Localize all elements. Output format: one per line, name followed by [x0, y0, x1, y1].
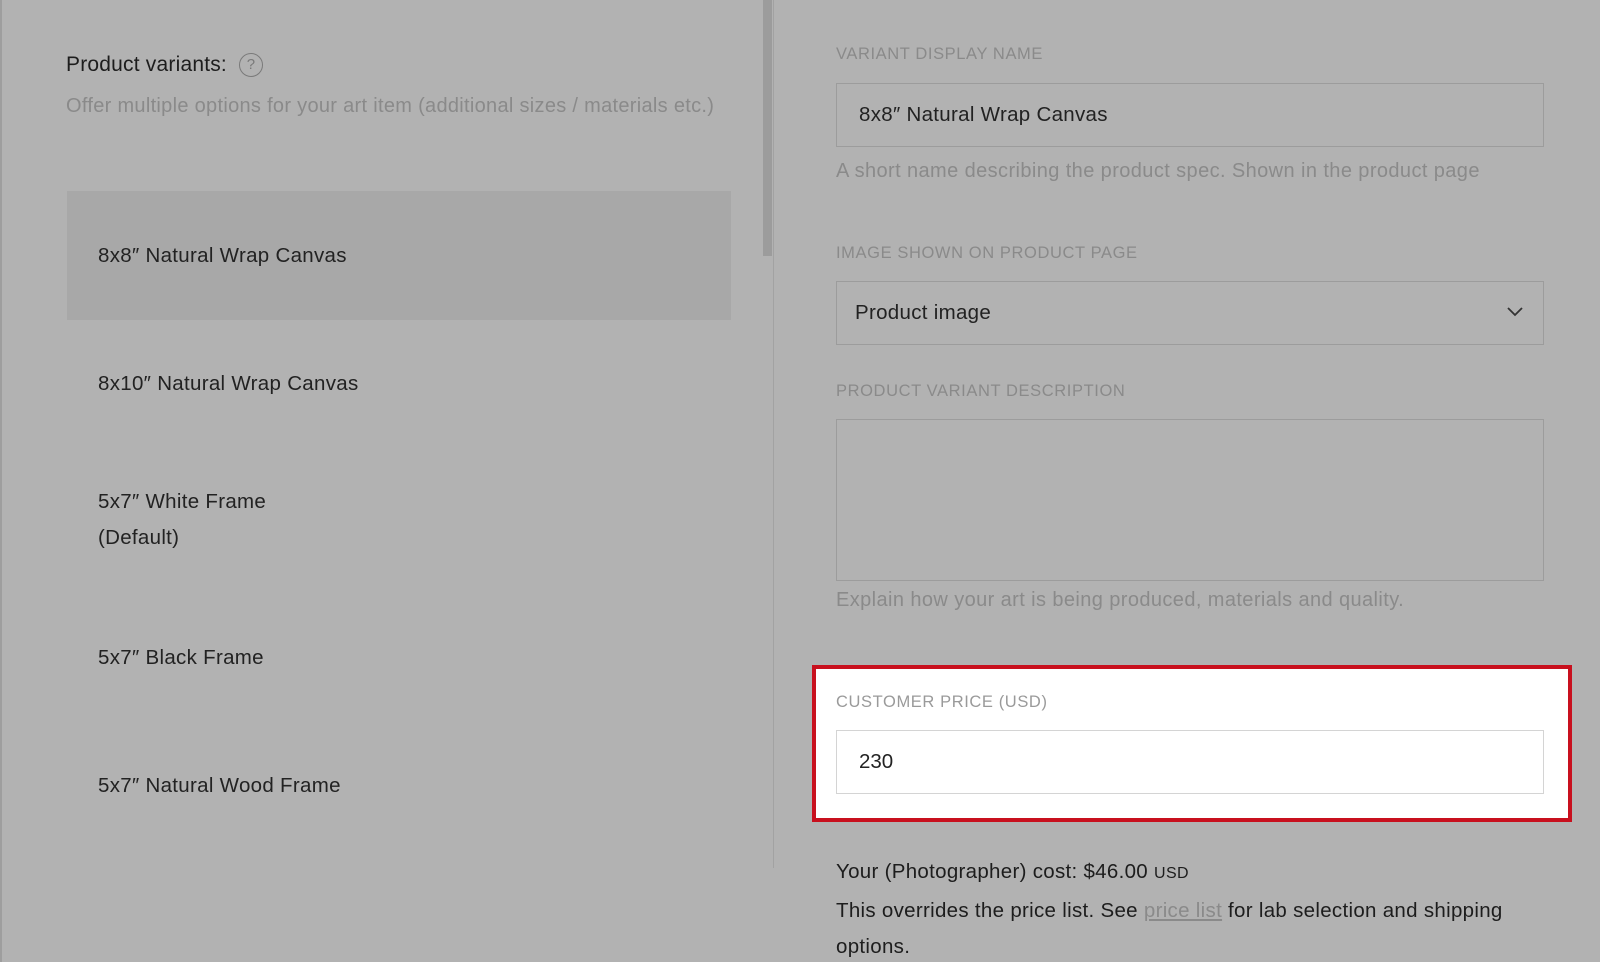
variant-description-label: PRODUCT VARIANT DESCRIPTION: [836, 382, 1126, 400]
price-override-note: This overrides the price list. See price…: [836, 893, 1536, 962]
variant-list: 8x8″ Natural Wrap Canvas 8x10″ Natural W…: [67, 191, 731, 849]
image-select-value: Product image: [855, 301, 992, 324]
variant-default-tag: (Default): [98, 526, 180, 549]
variant-item[interactable]: 5x7″ White Frame (Default): [67, 447, 731, 593]
variant-item-selected[interactable]: 8x8″ Natural Wrap Canvas: [67, 191, 731, 320]
variant-label: 5x7″ Black Frame: [98, 645, 264, 669]
photographer-cost-value: Your (Photographer) cost: $46.00: [836, 860, 1148, 883]
display-name-input[interactable]: 8x8″ Natural Wrap Canvas: [836, 83, 1544, 147]
display-name-helper: A short name describing the product spec…: [836, 160, 1480, 182]
help-circle-icon[interactable]: ?: [238, 53, 263, 77]
chevron-down-icon: [1507, 307, 1523, 317]
price-list-link[interactable]: price list: [1144, 899, 1222, 922]
image-select[interactable]: Product image: [836, 281, 1544, 345]
variants-title: Product variants:: [66, 53, 227, 76]
scrollbar-thumb[interactable]: [763, 0, 772, 256]
variant-label: 5x7″ White Frame: [98, 490, 267, 513]
variant-item[interactable]: 8x10″ Natural Wrap Canvas: [67, 320, 731, 447]
variants-header: Product variants: ?: [66, 53, 263, 77]
display-name-label: VARIANT DISPLAY NAME: [836, 45, 1044, 63]
photographer-cost-unit: USD: [1154, 865, 1189, 882]
photographer-cost: Your (Photographer) cost: $46.00 USD: [836, 860, 1189, 884]
variant-label: 5x7″ Natural Wood Frame: [98, 773, 341, 797]
customer-price-input[interactable]: 230: [836, 730, 1544, 794]
variant-label: 8x8″ Natural Wrap Canvas: [98, 243, 347, 267]
price-highlight-box: CUSTOMER PRICE (USD) 230: [812, 665, 1572, 822]
image-select-label: IMAGE SHOWN ON PRODUCT PAGE: [836, 244, 1138, 262]
variants-description: Offer multiple options for your art item…: [66, 95, 715, 117]
customer-price-label: CUSTOMER PRICE (USD): [836, 693, 1048, 711]
override-text-before: This overrides the price list. See: [836, 899, 1144, 922]
variant-item[interactable]: 5x7″ Natural Wood Frame: [67, 722, 731, 849]
variant-label: 8x10″ Natural Wrap Canvas: [98, 371, 359, 395]
variant-description-helper: Explain how your art is being produced, …: [836, 589, 1405, 611]
variant-description-textarea[interactable]: [836, 419, 1544, 581]
variant-item[interactable]: 5x7″ Black Frame: [67, 593, 731, 722]
